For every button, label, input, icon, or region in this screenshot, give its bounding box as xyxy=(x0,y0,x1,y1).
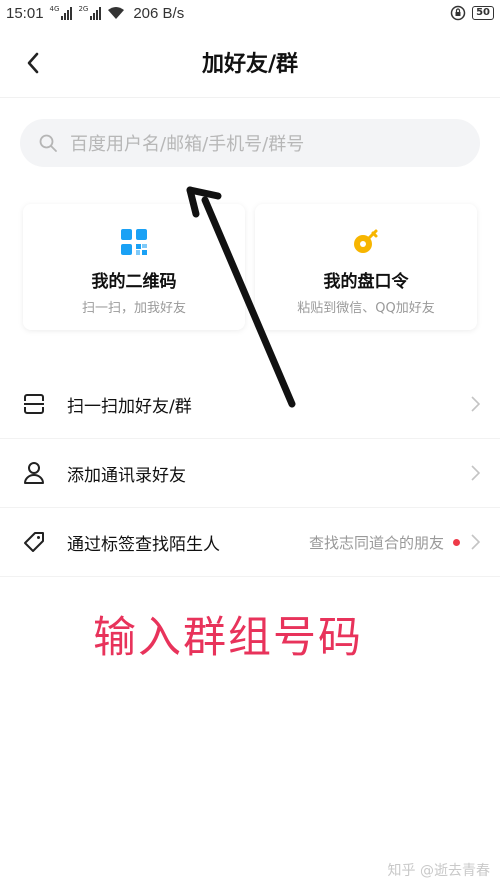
key-icon xyxy=(354,229,378,253)
page-title: 加好友/群 xyxy=(201,52,299,77)
scan-icon xyxy=(22,392,46,416)
card-title: 我的二维码 xyxy=(91,272,177,292)
tag-icon xyxy=(22,530,46,554)
row-label: 添加通讯录好友 xyxy=(67,465,186,486)
watermark: 知乎 @逝去青春 xyxy=(387,863,490,879)
signal-sim2-icon: 2G xyxy=(78,5,102,20)
find-by-tag-row[interactable]: 通过标签查找陌生人 查找志同道合的朋友 xyxy=(0,508,500,577)
qr-code-icon xyxy=(121,229,147,255)
network-speed: 206 B/s xyxy=(133,4,185,22)
card-title: 我的盘口令 xyxy=(323,272,409,292)
battery-icon: 50 xyxy=(472,6,494,20)
scan-add-row[interactable]: 扫一扫加好友/群 xyxy=(0,370,500,439)
nav-bar: 加好友/群 xyxy=(0,26,500,98)
chevron-right-icon xyxy=(468,463,482,483)
card-subtitle: 扫一扫，加我好友 xyxy=(81,301,186,316)
annotation-text: 输入群组号码 xyxy=(93,613,363,663)
row-hint: 查找志同道合的朋友 xyxy=(308,533,444,552)
signal-sim1-icon: 4G xyxy=(50,6,73,20)
search-input[interactable]: 百度用户名/邮箱/手机号/群号 xyxy=(20,119,480,167)
status-bar: 15:01 4G 2G 206 B/s 50 xyxy=(0,0,500,26)
chevron-right-icon xyxy=(468,532,482,552)
sim1-network-tag: 4G xyxy=(49,5,60,13)
lock-rotation-icon xyxy=(450,5,466,21)
chevron-right-icon xyxy=(468,394,482,414)
row-label: 扫一扫加好友/群 xyxy=(67,396,192,417)
search-placeholder: 百度用户名/邮箱/手机号/群号 xyxy=(70,134,305,155)
row-label: 通过标签查找陌生人 xyxy=(67,534,220,555)
my-qr-code-card[interactable]: 我的二维码 扫一扫，加我好友 xyxy=(23,204,245,330)
notification-dot xyxy=(453,538,460,546)
wifi-icon xyxy=(107,6,125,20)
contact-person-icon xyxy=(22,461,46,485)
my-share-code-card[interactable]: 我的盘口令 粘贴到微信、QQ加好友 xyxy=(255,204,477,330)
card-subtitle: 粘贴到微信、QQ加好友 xyxy=(297,301,435,316)
status-time: 15:01 xyxy=(6,4,44,22)
add-contacts-row[interactable]: 添加通讯录好友 xyxy=(0,439,500,508)
search-icon xyxy=(38,133,58,153)
sim2-network-tag: 2G xyxy=(78,5,89,13)
